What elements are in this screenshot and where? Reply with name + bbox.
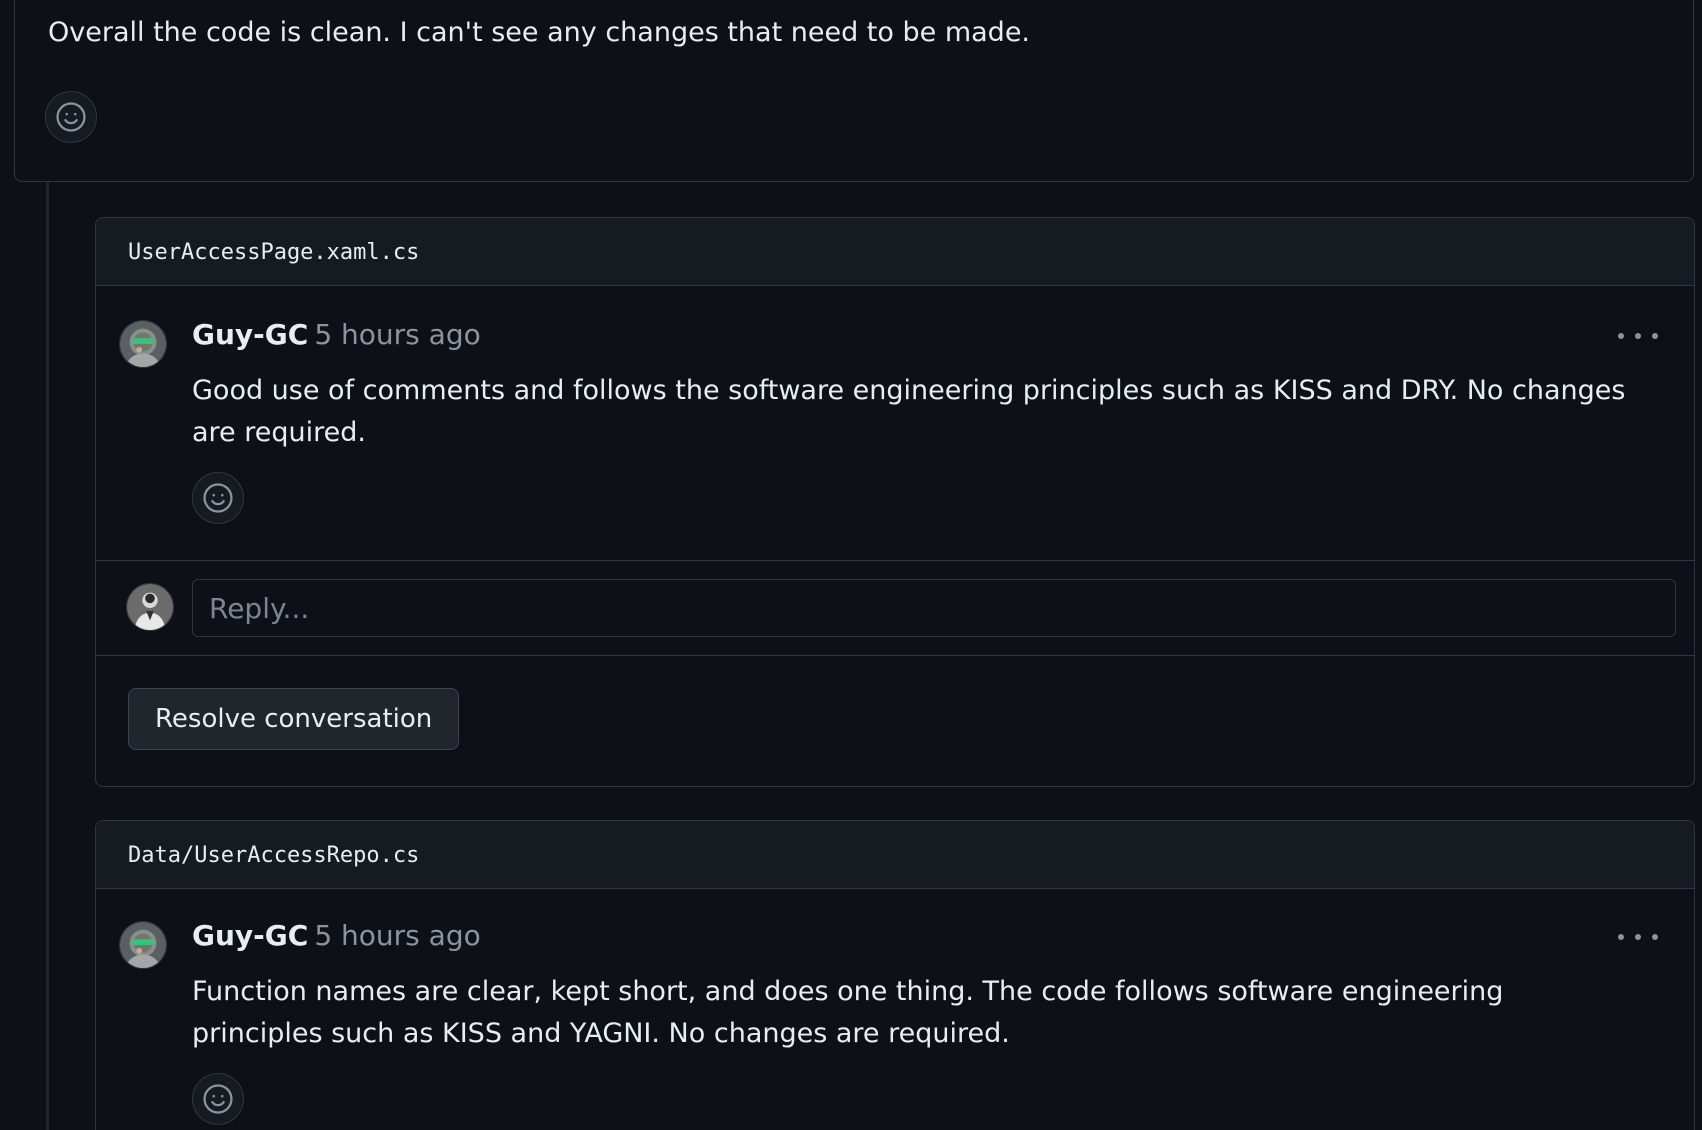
comment-timestamp[interactable]: 5 hours ago (314, 919, 480, 952)
resolve-area: Resolve conversation (96, 656, 1694, 786)
file-path-link[interactable]: Data/UserAccessRepo.cs (128, 843, 419, 868)
author-avatar[interactable] (119, 921, 167, 969)
smiley-icon (203, 483, 233, 513)
author-name-link[interactable]: Guy-GC (192, 919, 308, 952)
reply-input[interactable] (192, 579, 1676, 637)
author-name-link[interactable]: Guy-GC (192, 318, 308, 351)
comment-author: Guy-GC 5 hours ago (192, 919, 481, 952)
reply-row (96, 560, 1694, 656)
comment-body: Function names are clear, kept short, an… (192, 976, 1504, 1049)
thread-file-header: Data/UserAccessRepo.cs (96, 821, 1694, 889)
comment-timestamp[interactable]: 5 hours ago (314, 318, 480, 351)
kebab-menu-icon[interactable] (1618, 927, 1658, 947)
comment-body: Good use of comments and follows the sof… (192, 375, 1626, 448)
current-user-avatar (126, 583, 174, 631)
timeline-line (46, 182, 49, 1130)
kebab-menu-icon[interactable] (1618, 326, 1658, 346)
smiley-icon (203, 1084, 233, 1114)
review-comment: Guy-GC 5 hours ago Function names are cle… (96, 889, 1694, 1130)
review-thread: Data/UserAccessRepo.cs Guy-GC 5 hours ago (95, 820, 1695, 1130)
thread-file-header: UserAccessPage.xaml.cs (96, 218, 1694, 286)
add-reaction-button[interactable] (192, 472, 244, 524)
add-reaction-button[interactable] (45, 91, 97, 143)
author-avatar[interactable] (119, 320, 167, 368)
pull-request-review-page: Overall the code is clean. I can't see a… (0, 0, 1702, 1130)
review-summary-box: Overall the code is clean. I can't see a… (14, 0, 1694, 182)
smiley-icon (56, 102, 86, 132)
review-comment: Guy-GC 5 hours ago Good use of comments a… (96, 286, 1694, 560)
file-path-link[interactable]: UserAccessPage.xaml.cs (128, 240, 419, 265)
add-reaction-button[interactable] (192, 1073, 244, 1125)
resolve-conversation-button[interactable]: Resolve conversation (128, 688, 460, 750)
review-summary-text: Overall the code is clean. I can't see a… (48, 17, 1031, 48)
review-thread: UserAccessPage.xaml.cs Guy-GC 5 hours ago (95, 217, 1695, 787)
comment-author: Guy-GC 5 hours ago (192, 318, 481, 351)
